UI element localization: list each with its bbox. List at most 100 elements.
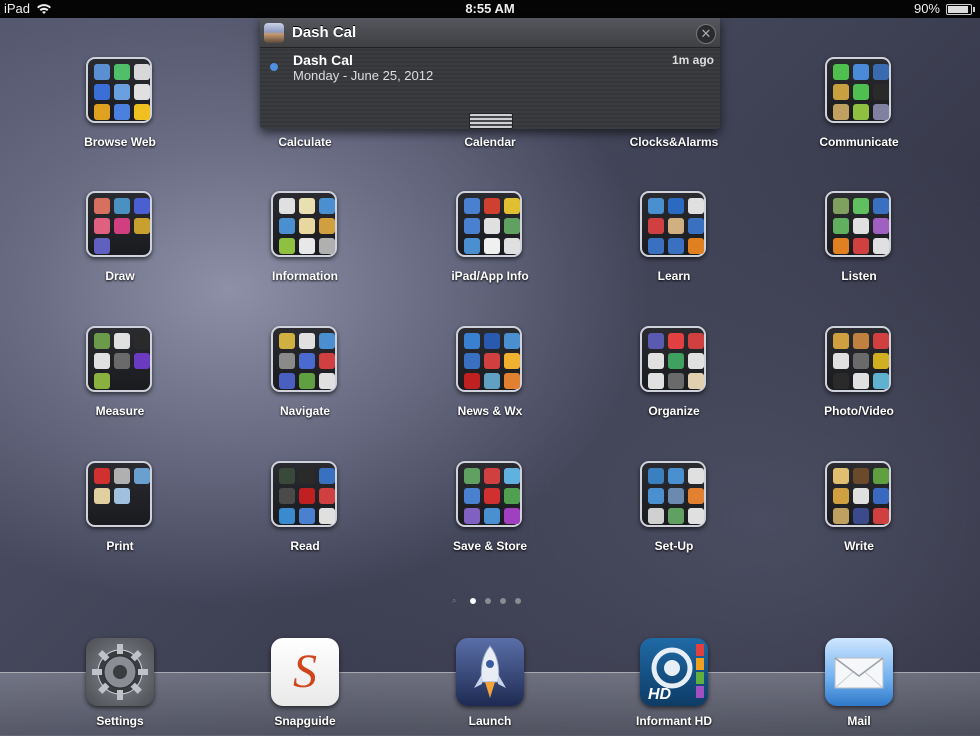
folder-app-thumbnail-icon [504, 198, 520, 214]
folder-app-thumbnail-icon [299, 333, 315, 349]
dock-item-informant-hd[interactable]: HD Informant HD [599, 638, 749, 735]
folder-label: Calendar [464, 135, 516, 149]
spotlight-search-icon[interactable]: ⌕ [452, 597, 459, 605]
folder-app-thumbnail-icon [114, 468, 130, 484]
folder-app-thumbnail-icon [648, 468, 664, 484]
folder-app-thumbnail-icon [94, 468, 110, 484]
folder-label: Photo/Video [824, 404, 894, 418]
folder-app-thumbnail-icon [504, 333, 520, 349]
folder-icon [456, 461, 522, 527]
folder-photo-video[interactable]: Photo/Video [784, 326, 934, 436]
dock-item-launch[interactable]: Launch [415, 638, 565, 735]
folder-app-thumbnail-icon [114, 333, 130, 349]
folder-icon [271, 191, 337, 257]
folder-app-thumbnail-icon [648, 508, 664, 524]
folder-draw[interactable]: Draw [45, 191, 195, 301]
folder-app-thumbnail-icon [833, 104, 849, 120]
notification-title[interactable]: Dash Cal [293, 52, 353, 68]
folder-app-thumbnail-icon [464, 353, 480, 369]
page-dot[interactable] [515, 598, 521, 604]
notification-header: Dash Cal ✕ [260, 18, 720, 48]
folder-app-thumbnail-icon [484, 508, 500, 524]
folder-app-thumbnail-icon [833, 238, 849, 254]
notification-center[interactable]: Dash Cal ✕ Dash Cal Monday - June 25, 20… [260, 18, 720, 129]
dock-item-mail[interactable]: Mail [784, 638, 934, 735]
folder-save-store[interactable]: Save & Store [415, 461, 565, 571]
folder-communicate[interactable]: Communicate [784, 57, 934, 167]
folder-app-thumbnail-icon [648, 333, 664, 349]
folder-app-thumbnail-icon [504, 508, 520, 524]
folder-app-thumbnail-icon [299, 488, 315, 504]
notification-grabber-handle[interactable] [469, 113, 513, 129]
folder-app-thumbnail-icon [279, 333, 295, 349]
folder-app-thumbnail-icon [114, 218, 130, 234]
folder-app-thumbnail-icon [319, 218, 335, 234]
folder-app-thumbnail-icon [504, 373, 520, 389]
folder-organize[interactable]: Organize [599, 326, 749, 436]
folder-measure[interactable]: Measure [45, 326, 195, 436]
folder-browse-web[interactable]: Browse Web [45, 57, 195, 167]
folder-app-thumbnail-icon [299, 218, 315, 234]
folder-app-thumbnail-icon [134, 468, 150, 484]
folder-app-thumbnail-icon [648, 198, 664, 214]
folder-app-thumbnail-icon [668, 333, 684, 349]
folder-app-thumbnail-icon [319, 353, 335, 369]
snapguide-letter: S [293, 645, 317, 698]
folder-icon [456, 191, 522, 257]
page-dot[interactable] [485, 598, 491, 604]
folder-label: Clocks&Alarms [629, 135, 719, 149]
folder-print[interactable]: Print [45, 461, 195, 571]
folder-learn[interactable]: Learn [599, 191, 749, 301]
dock-label: Informant HD [636, 714, 712, 728]
folder-app-thumbnail-icon [299, 353, 315, 369]
folder-read[interactable]: Read [230, 461, 380, 571]
folder-app-thumbnail-icon [688, 468, 704, 484]
dash-cal-app-icon [264, 23, 284, 43]
folder-label: Information [272, 269, 338, 283]
folder-app-thumbnail-icon [279, 353, 295, 369]
folder-app-thumbnail-icon [279, 218, 295, 234]
close-icon[interactable]: ✕ [696, 24, 716, 44]
folder-app-thumbnail-icon [484, 218, 500, 234]
page-dot[interactable] [500, 598, 506, 604]
folder-app-thumbnail-icon [648, 218, 664, 234]
folder-label: Draw [105, 269, 135, 283]
folder-app-thumbnail-icon [853, 468, 869, 484]
folder-app-thumbnail-icon [484, 373, 500, 389]
folder-app-thumbnail-icon [299, 468, 315, 484]
folder-app-thumbnail-icon [853, 84, 869, 100]
folder-information[interactable]: Information [230, 191, 380, 301]
folder-icon [271, 461, 337, 527]
folder-ipad-app-info[interactable]: iPad/App Info [415, 191, 565, 301]
notification-body[interactable]: Monday - June 25, 2012 [293, 68, 433, 83]
folder-app-thumbnail-icon [873, 353, 889, 369]
folder-app-thumbnail-icon [688, 353, 704, 369]
folder-news-wx[interactable]: News & Wx [415, 326, 565, 436]
folder-app-thumbnail-icon [853, 198, 869, 214]
folder-listen[interactable]: Listen [784, 191, 934, 301]
folder-app-thumbnail-icon [299, 373, 315, 389]
folder-app-thumbnail-icon [299, 508, 315, 524]
folder-app-thumbnail-icon [648, 373, 664, 389]
dock-item-settings[interactable]: Settings [45, 638, 195, 735]
folder-app-thumbnail-icon [114, 353, 130, 369]
unread-dot-icon [270, 63, 278, 71]
folder-label: Set-Up [654, 539, 694, 553]
folder-set-up[interactable]: Set-Up [599, 461, 749, 571]
folder-app-thumbnail-icon [94, 218, 110, 234]
folder-app-thumbnail-icon [94, 104, 110, 120]
folder-icon [271, 326, 337, 392]
folder-write[interactable]: Write [784, 461, 934, 571]
dock-label: Launch [468, 714, 512, 728]
folder-label: News & Wx [457, 404, 523, 418]
folder-app-thumbnail-icon [873, 218, 889, 234]
page-dot[interactable] [470, 598, 476, 604]
dock-item-snapguide[interactable]: S Snapguide [230, 638, 380, 735]
folder-app-thumbnail-icon [94, 64, 110, 80]
folder-app-thumbnail-icon [688, 508, 704, 524]
folder-navigate[interactable]: Navigate [230, 326, 380, 436]
folder-label: Browse Web [84, 135, 156, 149]
folder-app-thumbnail-icon [668, 218, 684, 234]
folder-app-thumbnail-icon [668, 353, 684, 369]
folder-app-thumbnail-icon [648, 488, 664, 504]
